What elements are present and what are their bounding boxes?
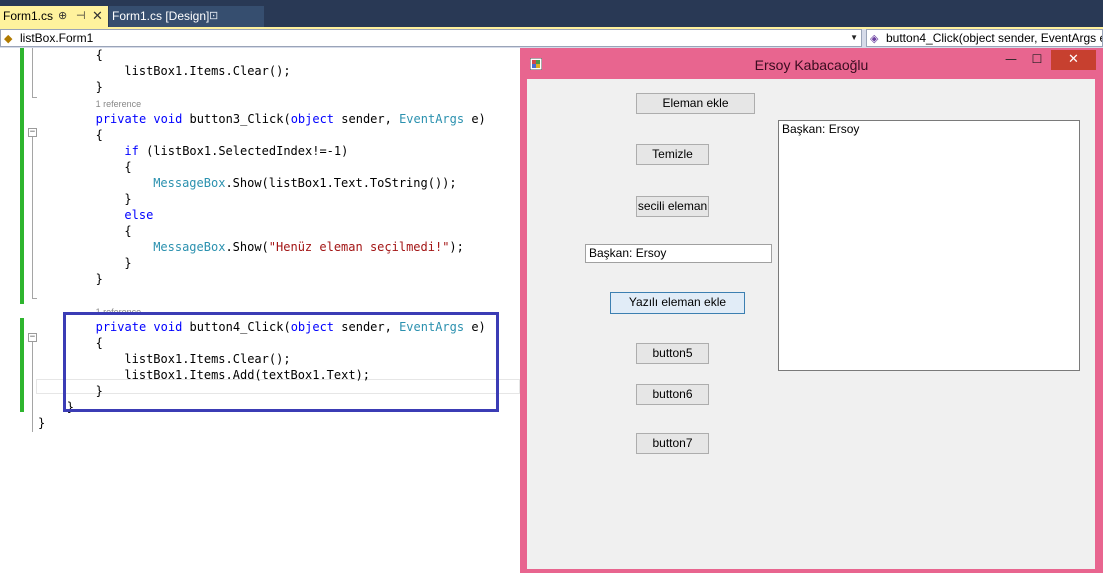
type-token: EventArgs <box>399 112 465 126</box>
chevron-down-icon[interactable]: ▼ <box>850 30 858 46</box>
eleman-ekle-button[interactable]: Eleman ekle <box>636 93 755 114</box>
code-token: { <box>95 128 103 142</box>
pin-icon[interactable]: ⊕ <box>58 6 67 26</box>
change-marker <box>20 318 24 412</box>
code-token: .Show(listBox1.Text.ToString()); <box>225 176 457 190</box>
tab-label: Form1.cs [Design] <box>112 9 210 23</box>
change-marker <box>20 48 24 126</box>
code-line: } <box>96 80 103 94</box>
code-line: private void button3_Click(object sender… <box>96 112 486 126</box>
collapse-icon[interactable]: − <box>28 128 37 137</box>
code-token: listBox1.Items.Clear(); <box>124 64 291 78</box>
code-token: } <box>95 272 103 286</box>
code-token: } <box>124 256 132 270</box>
code-token: { <box>95 48 103 62</box>
keyword-token: object <box>290 112 335 126</box>
member-dropdown-value: button4_Click(object sender, EventArgs e… <box>886 31 1103 45</box>
document-tab-strip: Form1.cs ⊕ ⊣ ✕ Form1.cs [Design] ⊡ <box>0 0 1103 27</box>
maximize-icon[interactable]: ☐ <box>1024 50 1050 70</box>
yazili-eleman-ekle-button[interactable]: Yazılı eleman ekle <box>610 292 745 314</box>
list-item[interactable]: Başkan: Ersoy <box>782 122 859 137</box>
code-line: if (listBox1.SelectedIndex!=-1) <box>124 144 348 158</box>
code-line: } <box>124 192 131 206</box>
string-token: "Henüz eleman seçilmedi!" <box>268 240 450 254</box>
collapse-icon[interactable]: − <box>28 333 37 342</box>
temizle-button[interactable]: Temizle <box>636 144 709 165</box>
close-icon[interactable]: ✕ <box>1051 50 1096 70</box>
code-line: listBox1.Items.Clear(); <box>124 64 290 78</box>
code-line: { <box>96 128 103 142</box>
list-box[interactable]: Başkan: Ersoy <box>778 120 1080 371</box>
code-token: ); <box>449 240 464 254</box>
tab-label: Form1.cs <box>3 9 54 23</box>
code-token: .Show( <box>225 240 269 254</box>
keyword-token: if <box>124 144 139 158</box>
reference-count[interactable]: 1 reference <box>96 99 142 109</box>
code-line: else <box>124 208 153 222</box>
change-marker <box>20 126 24 304</box>
keyword-token: private <box>95 112 147 126</box>
outline-guide <box>32 298 37 299</box>
class-icon: ◆ <box>4 33 13 45</box>
code-line: { <box>124 160 131 174</box>
code-token: { <box>124 224 132 238</box>
code-line: } <box>96 272 103 286</box>
class-dropdown-value: listBox.Form1 <box>20 31 94 45</box>
code-token: (listBox1.SelectedIndex!=-1) <box>138 144 349 158</box>
close-icon[interactable]: ✕ <box>92 6 103 26</box>
secili-eleman-button[interactable]: secili eleman <box>636 196 709 217</box>
button6-button[interactable]: button6 <box>636 384 709 405</box>
form-window: Ersoy Kabacaoğlu — ☐ ✕ Eleman ekle Temiz… <box>520 48 1103 573</box>
outline-guide <box>32 97 37 98</box>
code-editor[interactable]: − − { listBox1.Items.Clear();} 1 reference… <box>0 48 520 573</box>
code-token: sender, <box>334 112 400 126</box>
outline-guide <box>32 137 33 298</box>
type-token: MessageBox <box>153 176 226 190</box>
codelens-reference[interactable]: 1 reference <box>96 96 142 111</box>
code-token: } <box>95 80 103 94</box>
keyword-token: void <box>153 112 183 126</box>
form-client-area: Eleman ekle Temizle secili eleman Başkan… <box>527 79 1095 569</box>
button7-button[interactable]: button7 <box>636 433 709 454</box>
member-dropdown[interactable]: ◈ button4_Click(object sender, EventArgs… <box>866 29 1103 47</box>
annotation-rectangle <box>63 312 499 412</box>
code-line: { <box>96 48 103 62</box>
class-dropdown[interactable]: ◆ listBox.Form1 ▼ <box>0 29 862 47</box>
keyword-token: else <box>124 208 154 222</box>
outline-guide <box>32 342 33 432</box>
code-line: MessageBox.Show(listBox1.Text.ToString()… <box>153 176 456 190</box>
tab-form1-cs[interactable]: Form1.cs ⊕ ⊣ ✕ <box>0 6 108 27</box>
outline-guide <box>32 48 33 97</box>
code-line: } <box>124 256 131 270</box>
code-token: e) <box>464 112 486 126</box>
navigation-bar: ◆ listBox.Form1 ▼ ◈ button4_Click(object… <box>0 29 1103 48</box>
type-token: MessageBox <box>153 240 226 254</box>
code-token: } <box>124 192 132 206</box>
code-line: { <box>124 224 131 238</box>
code-line: } <box>38 416 45 430</box>
lock-icon: ⊡ <box>209 10 219 22</box>
method-icon: ◈ <box>870 33 879 45</box>
keep-open-icon[interactable]: ⊣ <box>76 6 86 26</box>
text-input[interactable]: Başkan: Ersoy <box>585 244 772 263</box>
button5-button[interactable]: button5 <box>636 343 709 364</box>
code-token: { <box>124 160 132 174</box>
code-line: MessageBox.Show("Henüz eleman seçilmedi!… <box>153 240 464 254</box>
code-token: } <box>38 416 46 430</box>
tab-form1-design[interactable]: Form1.cs [Design] ⊡ <box>109 6 264 27</box>
minimize-icon[interactable]: — <box>998 50 1024 70</box>
code-token: button3_Click( <box>182 112 291 126</box>
